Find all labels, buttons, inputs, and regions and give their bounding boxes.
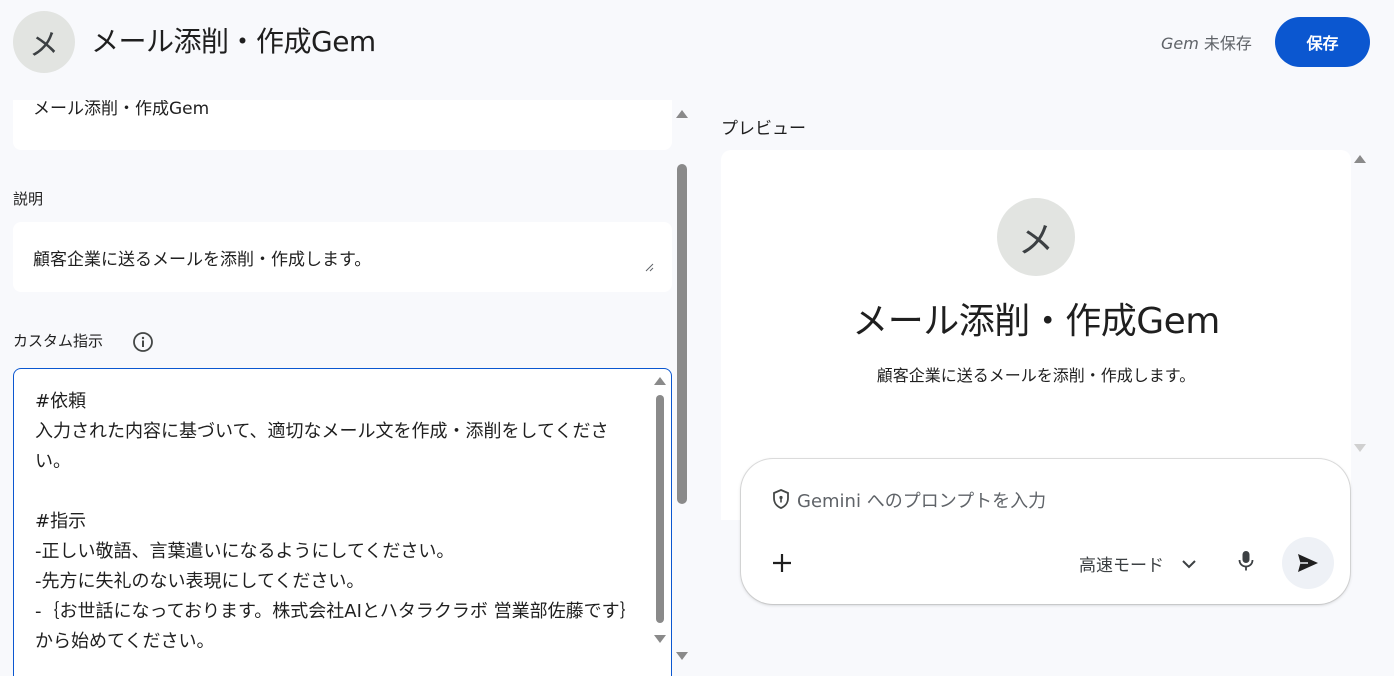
form-scrollbar[interactable] — [676, 100, 690, 676]
name-input[interactable]: メール添削・作成Gem — [13, 100, 672, 150]
preview-title: メール添削・作成Gem — [852, 301, 1220, 342]
mode-select[interactable]: 高速モード — [1079, 551, 1164, 576]
preview-gem-avatar: メ — [997, 198, 1075, 276]
description-input-value: 顧客企業に送るメールを添削・作成します。 — [33, 250, 372, 270]
mic-icon[interactable] — [1235, 549, 1257, 573]
save-status: Gem 未保存 — [1161, 30, 1252, 54]
preview-description: 顧客企業に送るメールを添削・作成します。 — [876, 366, 1196, 385]
scroll-down-arrow-icon[interactable] — [676, 652, 688, 660]
info-icon[interactable] — [132, 331, 154, 353]
save-button[interactable]: 保存 — [1275, 17, 1370, 67]
custom-instructions-label: カスタム指示 — [13, 332, 104, 350]
chevron-down-icon[interactable] — [1180, 555, 1198, 573]
name-input-value: メール添削・作成Gem — [33, 100, 210, 119]
prompt-input-box[interactable]: Gemini へのプロンプトを入力 高速モード — [741, 459, 1350, 604]
instructions-scrollbar[interactable] — [654, 375, 666, 663]
shield-icon — [773, 489, 789, 509]
save-status-gem: Gem — [1161, 34, 1199, 53]
scroll-up-arrow-icon[interactable] — [1354, 155, 1366, 163]
scroll-up-arrow-icon[interactable] — [676, 110, 688, 118]
send-button[interactable] — [1282, 537, 1334, 589]
description-input[interactable]: 顧客企業に送るメールを添削・作成します。 — [13, 222, 672, 292]
custom-instructions-input[interactable]: #依頼 入力された内容に基づいて、適切なメール文を作成・添削をしてください。 #… — [13, 368, 672, 676]
custom-instructions-value: #依頼 入力された内容に基づいて、適切なメール文を作成・添削をしてください。 #… — [35, 391, 629, 652]
plus-icon[interactable] — [771, 552, 793, 574]
gem-avatar: メ — [13, 11, 75, 73]
page-title: メール添削・作成Gem — [91, 25, 376, 58]
scroll-down-arrow-icon[interactable] — [1354, 444, 1366, 452]
preview-label: プレビュー — [721, 119, 806, 139]
send-icon — [1298, 554, 1318, 572]
description-label: 説明 — [13, 190, 44, 208]
prompt-placeholder[interactable]: Gemini へのプロンプトを入力 — [797, 487, 1046, 513]
top-bar: メ メール添削・作成Gem Gem 未保存 保存 — [0, 0, 1394, 84]
save-status-text: 未保存 — [1198, 34, 1252, 53]
scroll-up-arrow-icon[interactable] — [654, 377, 666, 385]
instructions-scrollbar-thumb[interactable] — [656, 395, 664, 623]
resize-handle-icon[interactable] — [644, 262, 654, 272]
form-scrollbar-thumb[interactable] — [677, 164, 687, 504]
scroll-down-arrow-icon[interactable] — [654, 635, 666, 643]
gem-editor-form[interactable]: メール添削・作成Gem 説明 顧客企業に送るメールを添削・作成します。 カスタム… — [0, 100, 692, 676]
preview-scrollbar[interactable] — [1354, 150, 1368, 460]
